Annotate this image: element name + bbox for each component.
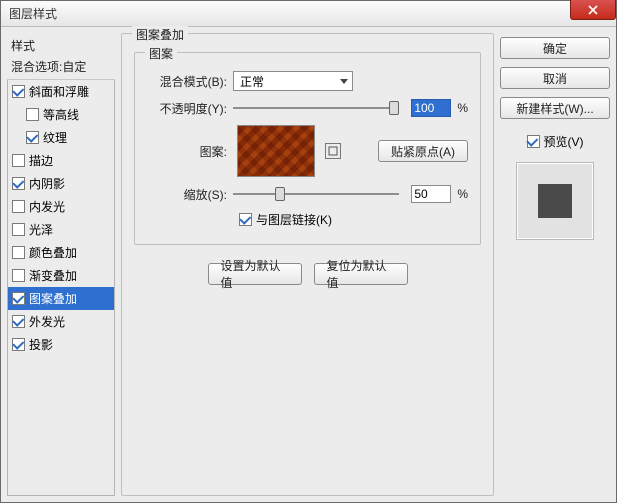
scale-row: 缩放(S): 50 %: [147, 185, 468, 203]
preview-checkbox[interactable]: [527, 135, 540, 148]
pattern-swatch[interactable]: [237, 125, 315, 177]
preview-label: 预览(V): [544, 133, 584, 150]
style-checkbox[interactable]: [12, 292, 25, 305]
style-label: 颜色叠加: [29, 244, 77, 261]
styles-sidebar: 样式 混合选项:自定 斜面和浮雕等高线纹理描边内阴影内发光光泽颜色叠加渐变叠加图…: [7, 33, 115, 496]
style-label: 斜面和浮雕: [29, 83, 89, 100]
style-item[interactable]: 渐变叠加: [8, 264, 114, 287]
style-checkbox[interactable]: [26, 108, 39, 121]
style-checkbox[interactable]: [12, 315, 25, 328]
dialog-body: 样式 混合选项:自定 斜面和浮雕等高线纹理描边内阴影内发光光泽颜色叠加渐变叠加图…: [1, 27, 616, 502]
pattern-row: 图案: 贴紧原点(A): [147, 125, 468, 177]
snap-origin-button[interactable]: 贴紧原点(A): [378, 140, 468, 162]
link-with-layer-row: 与图层链接(K): [239, 211, 468, 228]
style-item[interactable]: 投影: [8, 333, 114, 356]
style-checkbox[interactable]: [12, 85, 25, 98]
pattern-group: 图案 混合模式(B): 正常 不透明度(Y):: [134, 52, 481, 245]
style-label: 光泽: [29, 221, 53, 238]
style-label: 纹理: [43, 129, 67, 146]
layer-style-dialog: 图层样式 样式 混合选项:自定 斜面和浮雕等高线纹理描边内阴影内发光光泽颜色叠加…: [0, 0, 617, 503]
style-item[interactable]: 纹理: [8, 126, 114, 149]
link-with-layer-label: 与图层链接(K): [256, 211, 332, 228]
new-style-button[interactable]: 新建样式(W)...: [500, 97, 610, 119]
reset-default-button[interactable]: 复位为默认值: [314, 263, 408, 285]
preview-row: 预览(V): [500, 133, 610, 150]
new-preset-button[interactable]: [325, 143, 341, 159]
pattern-label: 图案:: [147, 143, 227, 160]
style-checkbox[interactable]: [12, 269, 25, 282]
style-checkbox[interactable]: [12, 177, 25, 190]
style-checkbox[interactable]: [12, 338, 25, 351]
titlebar[interactable]: 图层样式: [1, 1, 616, 27]
style-item[interactable]: 内发光: [8, 195, 114, 218]
pattern-overlay-group: 图案叠加 图案 混合模式(B): 正常 不透明度(Y):: [121, 33, 494, 496]
style-item[interactable]: 图案叠加: [8, 287, 114, 310]
blend-mode-row: 混合模式(B): 正常: [147, 71, 468, 91]
style-list: 斜面和浮雕等高线纹理描边内阴影内发光光泽颜色叠加渐变叠加图案叠加外发光投影: [7, 80, 115, 496]
percent-label: %: [457, 187, 468, 201]
scale-input[interactable]: 50: [411, 185, 451, 203]
sidebar-blend-options[interactable]: 混合选项:自定: [7, 56, 115, 80]
settings-panel: 图案叠加 图案 混合模式(B): 正常 不透明度(Y):: [121, 33, 494, 496]
style-label: 图案叠加: [29, 290, 77, 307]
inner-group-label: 图案: [145, 45, 177, 62]
style-label: 投影: [29, 336, 53, 353]
blend-mode-label: 混合模式(B):: [147, 73, 227, 90]
style-item[interactable]: 外发光: [8, 310, 114, 333]
chevron-down-icon: [340, 79, 348, 84]
opacity-slider[interactable]: [233, 101, 399, 115]
opacity-thumb[interactable]: [389, 101, 399, 115]
outer-group-label: 图案叠加: [132, 26, 188, 43]
close-button[interactable]: [570, 0, 616, 20]
default-buttons-row: 设置为默认值 复位为默认值: [134, 263, 481, 285]
preview-thumbnail: [538, 184, 572, 218]
window-title: 图层样式: [9, 5, 57, 22]
make-default-button[interactable]: 设置为默认值: [208, 263, 302, 285]
style-checkbox[interactable]: [12, 223, 25, 236]
style-label: 渐变叠加: [29, 267, 77, 284]
style-item[interactable]: 内阴影: [8, 172, 114, 195]
style-item[interactable]: 等高线: [8, 103, 114, 126]
style-item[interactable]: 斜面和浮雕: [8, 80, 114, 103]
scale-label: 缩放(S):: [147, 186, 227, 203]
right-buttons: 确定 取消 新建样式(W)... 预览(V): [500, 33, 610, 496]
cancel-button[interactable]: 取消: [500, 67, 610, 89]
opacity-row: 不透明度(Y): 100 %: [147, 99, 468, 117]
style-label: 等高线: [43, 106, 79, 123]
style-label: 内阴影: [29, 175, 65, 192]
style-label: 描边: [29, 152, 53, 169]
ok-button[interactable]: 确定: [500, 37, 610, 59]
style-checkbox[interactable]: [12, 246, 25, 259]
blend-mode-value: 正常: [240, 73, 264, 90]
style-checkbox[interactable]: [12, 200, 25, 213]
scale-slider[interactable]: [233, 187, 399, 201]
style-checkbox[interactable]: [26, 131, 39, 144]
link-with-layer-checkbox[interactable]: [239, 213, 252, 226]
scale-thumb[interactable]: [275, 187, 285, 201]
style-item[interactable]: 描边: [8, 149, 114, 172]
style-checkbox[interactable]: [12, 154, 25, 167]
style-item[interactable]: 光泽: [8, 218, 114, 241]
opacity-input[interactable]: 100: [411, 99, 451, 117]
opacity-label: 不透明度(Y):: [147, 100, 227, 117]
style-label: 内发光: [29, 198, 65, 215]
new-preset-icon: [328, 146, 338, 156]
close-icon: [588, 5, 598, 15]
style-item[interactable]: 颜色叠加: [8, 241, 114, 264]
preview-box: [516, 162, 594, 240]
style-label: 外发光: [29, 313, 65, 330]
percent-label: %: [457, 101, 468, 115]
blend-mode-select[interactable]: 正常: [233, 71, 353, 91]
sidebar-header: 样式: [7, 33, 115, 56]
